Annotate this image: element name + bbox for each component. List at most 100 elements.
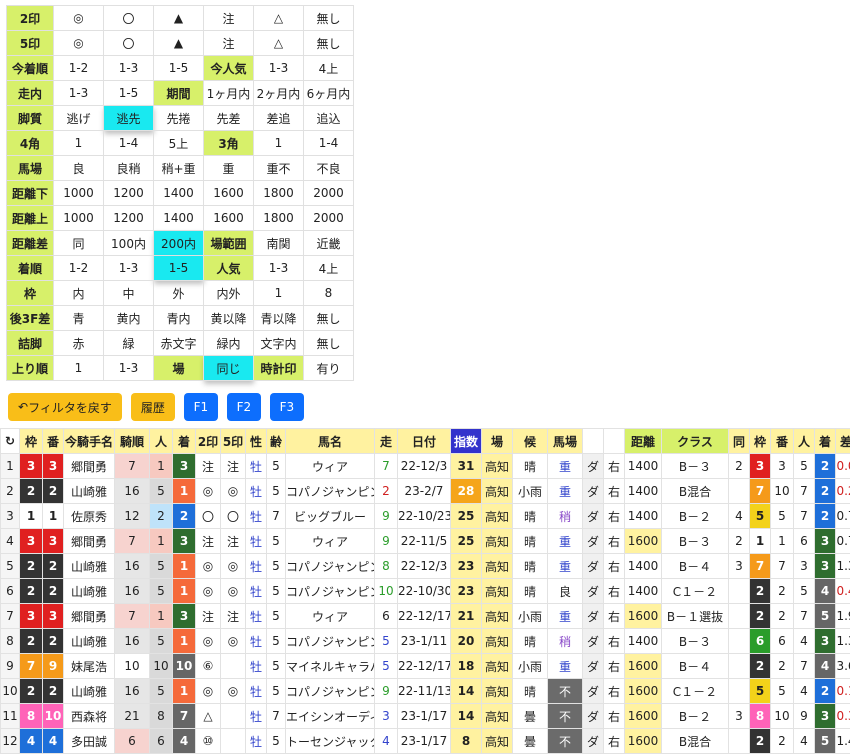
filter-option[interactable]: 注 bbox=[203, 30, 254, 56]
table-row[interactable]: 11810西森将2187△牡7エイシンオーディン323-1/1714高知曇不ダ右… bbox=[0, 703, 850, 729]
filter-option[interactable]: 先差 bbox=[203, 105, 254, 131]
filter-option[interactable]: 2ヶ月内 bbox=[253, 80, 304, 106]
filter-option[interactable]: 1400 bbox=[153, 180, 204, 206]
table-row[interactable]: 622山崎雅1651◎◎牡5コパノジャンピング1022-10/3023高知晴良ダ… bbox=[0, 578, 850, 604]
filter-option[interactable]: 1400 bbox=[153, 205, 204, 231]
table-row[interactable]: 4 3 3 郷間勇 7 1 3 注注牡 5 ウィア 9 22-11/5 25 高知晴重ダ右 1600 B－３ 2… bbox=[0, 528, 850, 554]
column-header[interactable]: 同 bbox=[728, 428, 750, 454]
filter-option[interactable]: 中 bbox=[103, 280, 154, 306]
filter-option[interactable]: 1 bbox=[53, 130, 104, 156]
filter-option[interactable]: 〇 bbox=[103, 30, 154, 56]
table-row[interactable]: 1 3 3 郷間勇 7 1 3 注注牡 5 ウィア 7 22-12/3 31 高知晴重ダ右 1400 B－３ 2… bbox=[0, 453, 850, 479]
filter-option[interactable]: 注 bbox=[203, 5, 254, 31]
filter-option[interactable]: 1-3 bbox=[253, 55, 304, 81]
filter-option[interactable]: 重 bbox=[203, 155, 254, 181]
filter-option[interactable]: 緑 bbox=[103, 330, 154, 356]
column-header[interactable]: 日付 bbox=[397, 428, 451, 454]
column-header[interactable]: 馬場 bbox=[547, 428, 583, 454]
filter-option[interactable]: 良 bbox=[53, 155, 104, 181]
column-header[interactable]: 着 bbox=[172, 428, 196, 454]
filter-option[interactable]: 赤 bbox=[53, 330, 104, 356]
table-row[interactable]: 3 1 1 佐原秀 12 2 2 〇〇牡 7 ビッグブルー 9 22-10/23 25 高知晴稍ダ右 140… bbox=[0, 503, 850, 529]
filter-option[interactable]: 赤文字 bbox=[153, 330, 204, 356]
column-header[interactable]: 走 bbox=[374, 428, 398, 454]
filter-option[interactable]: 1-3 bbox=[253, 255, 304, 281]
column-header[interactable]: 人 bbox=[793, 428, 815, 454]
column-header[interactable]: 候 bbox=[512, 428, 548, 454]
filter-option[interactable]: 無し bbox=[303, 30, 354, 56]
filter-option[interactable]: 1800 bbox=[253, 205, 304, 231]
filter-option[interactable]: 稍+重 bbox=[153, 155, 204, 181]
filter-option[interactable]: 同 bbox=[53, 230, 104, 256]
filter-option[interactable]: 1600 bbox=[203, 205, 254, 231]
filter-option[interactable]: △ bbox=[253, 30, 304, 56]
column-header[interactable]: 場 bbox=[481, 428, 513, 454]
filter-option[interactable]: 5上 bbox=[153, 130, 204, 156]
column-header[interactable]: 齢 bbox=[266, 428, 286, 454]
table-row[interactable]: 1022山崎雅1651◎◎牡5コパノジャンピング922-11/1314高知晴不ダ… bbox=[0, 678, 850, 704]
filter-option[interactable]: 黄以降 bbox=[203, 305, 254, 331]
table-row[interactable]: 822山崎雅1651◎◎牡5コパノジャンピング523-1/1120高知晴稍ダ右1… bbox=[0, 628, 850, 654]
f1-button[interactable]: F1 bbox=[183, 393, 218, 421]
column-header[interactable] bbox=[582, 428, 604, 454]
filter-option[interactable]: 1-3 bbox=[103, 355, 154, 381]
column-header[interactable]: 番 bbox=[42, 428, 64, 454]
table-row[interactable]: 7 3 3 郷間勇 7 1 3 注注牡 5 ウィア 6 22-12/17 21 高知 小雨重ダ右 1600 B－… bbox=[0, 603, 850, 629]
column-header[interactable]: 枠 bbox=[749, 428, 771, 454]
column-header[interactable]: 今騎手名 bbox=[63, 428, 115, 454]
filter-option[interactable]: 1-5 bbox=[103, 80, 154, 106]
filter-option[interactable]: 100内 bbox=[103, 230, 154, 256]
filter-option[interactable]: 200内 bbox=[153, 230, 204, 256]
filter-option[interactable]: 内 bbox=[53, 280, 104, 306]
table-row[interactable]: 222山崎雅1651◎◎牡5コパノジャンピング223-2/728高知小雨重ダ右1… bbox=[0, 478, 850, 504]
refresh-icon[interactable]: ↻ bbox=[0, 428, 20, 454]
column-header[interactable]: 2印 bbox=[195, 428, 221, 454]
column-header[interactable] bbox=[603, 428, 625, 454]
column-header[interactable]: 指数 bbox=[450, 428, 482, 454]
table-row[interactable]: 12 4 4 多田誠 6 6 4 ⑩ 牡 5 トーセンジャック 4 23-1/17 8 高知曇不ダ右 1600… bbox=[0, 728, 850, 754]
filter-option[interactable]: 先捲 bbox=[153, 105, 204, 131]
reset-filter-button[interactable]: ↶ フィルタを戻す bbox=[8, 393, 122, 421]
filter-option[interactable]: 1-5 bbox=[153, 55, 204, 81]
filter-option[interactable]: 有り bbox=[303, 355, 354, 381]
filter-option[interactable]: 1-2 bbox=[53, 255, 104, 281]
filter-option[interactable]: 差追 bbox=[253, 105, 304, 131]
filter-option[interactable]: 良稍 bbox=[103, 155, 154, 181]
column-header[interactable]: 人 bbox=[149, 428, 173, 454]
filter-option[interactable]: 内外 bbox=[203, 280, 254, 306]
filter-option[interactable]: 重不 bbox=[253, 155, 304, 181]
filter-option[interactable]: 外 bbox=[153, 280, 204, 306]
filter-option[interactable]: ▲ bbox=[153, 5, 204, 31]
filter-option[interactable]: 文字内 bbox=[253, 330, 304, 356]
filter-option[interactable]: ◎ bbox=[53, 30, 104, 56]
filter-option[interactable]: 1-4 bbox=[303, 130, 354, 156]
filter-option[interactable]: 1-3 bbox=[103, 255, 154, 281]
filter-option[interactable]: 4上 bbox=[303, 55, 354, 81]
filter-option[interactable]: 無し bbox=[303, 330, 354, 356]
filter-option[interactable]: 1-3 bbox=[53, 80, 104, 106]
filter-option[interactable]: 無し bbox=[303, 305, 354, 331]
filter-option[interactable]: 逃げ bbox=[53, 105, 104, 131]
filter-option[interactable]: 黄内 bbox=[103, 305, 154, 331]
column-header[interactable]: 騎順 bbox=[114, 428, 150, 454]
column-header[interactable]: 着 bbox=[814, 428, 836, 454]
filter-option[interactable]: 1-2 bbox=[53, 55, 104, 81]
column-header[interactable]: 番 bbox=[770, 428, 794, 454]
filter-option[interactable]: 1200 bbox=[103, 180, 154, 206]
filter-option[interactable]: △ bbox=[253, 5, 304, 31]
filter-option[interactable]: 1600 bbox=[203, 180, 254, 206]
filter-option[interactable]: 1ヶ月内 bbox=[203, 80, 254, 106]
column-header[interactable]: クラス bbox=[661, 428, 729, 454]
filter-option[interactable]: 8 bbox=[303, 280, 354, 306]
filter-option[interactable]: ▲ bbox=[153, 30, 204, 56]
filter-option[interactable]: 近畿 bbox=[303, 230, 354, 256]
table-row[interactable]: 522山崎雅1651◎◎牡5コパノジャンピング822-12/323高知晴重ダ右1… bbox=[0, 553, 850, 579]
filter-option[interactable]: 〇 bbox=[103, 5, 154, 31]
filter-option[interactable]: 無し bbox=[303, 5, 354, 31]
column-header[interactable]: 性 bbox=[245, 428, 267, 454]
column-header[interactable]: 5印 bbox=[220, 428, 246, 454]
filter-option[interactable]: 1 bbox=[253, 130, 304, 156]
filter-option[interactable]: 青内 bbox=[153, 305, 204, 331]
filter-option[interactable]: 1800 bbox=[253, 180, 304, 206]
column-header[interactable]: 馬名 bbox=[285, 428, 375, 454]
